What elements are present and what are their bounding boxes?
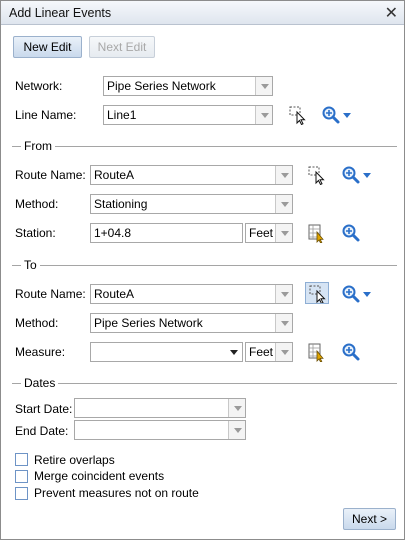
chevron-down-icon[interactable] <box>275 195 292 213</box>
to-units-select[interactable]: Feet <box>245 342 293 362</box>
merge-coincident-checkbox[interactable] <box>15 470 28 483</box>
chevron-down-icon[interactable] <box>255 77 272 95</box>
from-section-divider: From <box>12 139 397 153</box>
dates-section-divider: Dates <box>12 376 397 390</box>
zoom-to-icon <box>341 284 361 304</box>
zoom-to-from-route-button[interactable] <box>341 165 373 185</box>
measure-select[interactable] <box>90 342 243 362</box>
close-icon[interactable]: ✕ <box>385 3 398 23</box>
caret-down-icon <box>342 110 352 120</box>
from-route-value: RouteA <box>94 168 135 182</box>
zoom-to-icon <box>321 105 341 125</box>
line-name-label: Line Name: <box>15 108 77 122</box>
from-method-value: Stationing <box>94 197 148 211</box>
retire-overlaps-checkbox[interactable] <box>15 453 28 466</box>
end-date-picker[interactable] <box>74 420 246 440</box>
from-method-label: Method: <box>15 197 59 211</box>
zoom-to-to-route-button[interactable] <box>341 284 373 304</box>
zoom-to-icon[interactable] <box>341 223 361 243</box>
to-method-label: Method: <box>15 316 59 330</box>
zoom-to-icon <box>341 165 361 185</box>
from-route-label: Route Name: <box>15 168 86 182</box>
add-linear-events-window: Add Linear Events ✕ New Edit Next Edit N… <box>0 0 405 540</box>
chevron-down-icon[interactable] <box>275 166 292 184</box>
retire-overlaps-label[interactable]: Retire overlaps <box>34 453 115 467</box>
line-name-select[interactable]: Line1 <box>103 105 273 125</box>
start-date-picker[interactable] <box>74 398 246 418</box>
select-on-map-icon[interactable] <box>288 105 308 125</box>
select-on-map-icon[interactable] <box>305 282 329 304</box>
prevent-measures-label[interactable]: Prevent measures not on route <box>34 486 199 500</box>
station-input[interactable]: 1+04.8 <box>90 223 243 243</box>
to-method-value: Pipe Series Network <box>94 316 203 330</box>
window-title: Add Linear Events <box>9 6 112 20</box>
dates-section-title: Dates <box>21 376 59 390</box>
chevron-down-icon[interactable] <box>255 106 272 124</box>
network-label: Network: <box>15 79 63 93</box>
chevron-down-icon[interactable] <box>275 224 292 242</box>
start-date-label: Start Date: <box>15 402 73 416</box>
to-units-value: Feet <box>249 345 274 359</box>
caret-down-icon <box>362 170 372 180</box>
chevron-down-icon[interactable] <box>275 314 292 332</box>
chevron-down-icon[interactable] <box>275 285 292 303</box>
new-edit-button[interactable]: New Edit <box>13 36 82 58</box>
zoom-to-icon[interactable] <box>341 342 361 362</box>
prevent-measures-checkbox[interactable] <box>15 487 28 500</box>
network-select[interactable]: Pipe Series Network <box>103 76 273 96</box>
table-lookup-icon[interactable] <box>307 223 327 243</box>
title-bar: Add Linear Events ✕ <box>1 1 404 25</box>
to-method-select[interactable]: Pipe Series Network <box>90 313 293 333</box>
next-button[interactable]: Next > <box>343 508 396 530</box>
table-lookup-icon[interactable] <box>307 342 327 362</box>
line-name-value: Line1 <box>107 108 137 122</box>
to-section-title: To <box>21 258 40 272</box>
zoom-to-line-button[interactable] <box>321 105 353 125</box>
select-on-map-icon[interactable] <box>307 165 327 185</box>
to-section-divider: To <box>12 258 397 272</box>
measure-label: Measure: <box>15 345 66 359</box>
caret-down-icon <box>362 289 372 299</box>
station-value: 1+04.8 <box>94 226 132 240</box>
network-value: Pipe Series Network <box>107 79 216 93</box>
to-route-label: Route Name: <box>15 287 86 301</box>
from-method-select[interactable]: Stationing <box>90 194 293 214</box>
to-route-select[interactable]: RouteA <box>90 284 293 304</box>
chevron-down-icon[interactable] <box>275 343 292 361</box>
from-route-select[interactable]: RouteA <box>90 165 293 185</box>
chevron-down-icon[interactable] <box>228 399 245 417</box>
from-section-title: From <box>21 139 55 153</box>
from-units-value: Feet <box>249 226 274 240</box>
end-date-label: End Date: <box>15 424 69 438</box>
merge-coincident-label[interactable]: Merge coincident events <box>34 469 164 483</box>
chevron-down-icon[interactable] <box>225 343 242 361</box>
to-route-value: RouteA <box>94 287 135 301</box>
next-edit-button[interactable]: Next Edit <box>89 36 155 58</box>
chevron-down-icon[interactable] <box>228 421 245 439</box>
station-label: Station: <box>15 226 56 240</box>
from-units-select[interactable]: Feet <box>245 223 293 243</box>
